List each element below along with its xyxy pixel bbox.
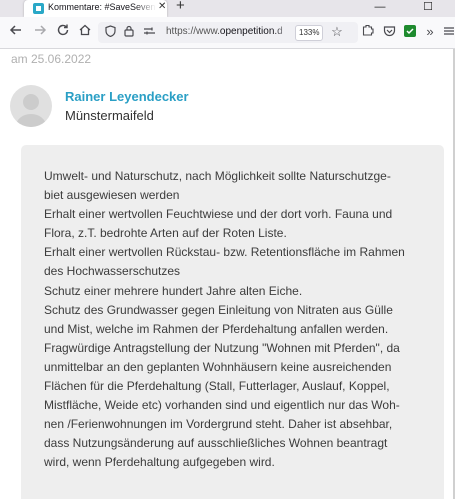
comment-text: Umwelt- und Naturschutz, nach Möglichkei… — [44, 167, 410, 473]
bookmark-star-icon[interactable]: ☆ — [330, 23, 344, 41]
author-location: Münstermaifeld — [65, 108, 154, 123]
comment-line: Schutz des Grundwasser gegen Einleitung … — [44, 302, 393, 317]
user-placeholder-icon — [16, 94, 46, 127]
comment-line: biet ausgewiesen werden — [44, 188, 180, 203]
maximize-icon[interactable]: ☐ — [413, 0, 443, 17]
comment-line: unmittelbar an den geplanten Wohnhäusern… — [44, 359, 392, 374]
comment-bubble: Umwelt- und Naturschutz, nach Möglichkei… — [21, 145, 444, 499]
home-icon[interactable] — [77, 23, 93, 41]
title-bar: Kommentare: #SaveSevenich - ✕ + — ☐ — [0, 0, 455, 17]
hamburger-menu-icon[interactable] — [442, 23, 455, 41]
site-favicon-icon — [33, 3, 44, 14]
navigation-toolbar: https://www.openpetition.d 133% ☆ » — [0, 17, 455, 49]
comment-line: Schutz einer mehrere hundert Jahre alten… — [44, 283, 303, 298]
comment-line: nen /Ferienwohnungen im Vordergrund steh… — [44, 417, 393, 432]
comment-line: Erhalt einer wertvollen Rückstau- bzw. R… — [44, 245, 405, 260]
lock-icon[interactable] — [123, 23, 135, 41]
comment-line: wird, wenn Pferdehaltung aufgegeben wird… — [44, 455, 275, 470]
address-bar[interactable]: https://www.openpetition.d 133% ☆ — [98, 22, 358, 43]
url-domain: openpetition.d — [219, 26, 283, 37]
comment-date: am 25.06.2022 — [11, 52, 92, 66]
page-content: am 25.06.2022 Rainer Leyendecker Münster… — [0, 49, 455, 499]
comment-line: Erhalt einer wertvollen Feuchtwiese und … — [44, 207, 393, 222]
avatar — [10, 85, 52, 127]
reload-icon[interactable] — [55, 23, 71, 41]
browser-tab[interactable]: Kommentare: #SaveSevenich - ✕ — [24, 0, 167, 17]
url-text[interactable]: https://www.openpetition.d — [166, 26, 292, 37]
comment-line: Umwelt- und Naturschutz, nach Möglichkei… — [44, 169, 391, 183]
comment-line: Flächen für die Pferdehaltung (Stall, Fu… — [44, 379, 390, 394]
comment-line: des Hochwasserschutzes — [44, 264, 181, 279]
comment-line: Flora, z.T. bedrohte Arten auf der Roten… — [44, 226, 287, 241]
comment-line: Mistfläche, Weide etc) vorhanden sind un… — [44, 398, 400, 413]
close-tab-icon[interactable]: ✕ — [158, 1, 166, 12]
minimize-icon[interactable]: — — [365, 0, 395, 17]
extensions-icon[interactable] — [361, 23, 375, 41]
comment-line: und Mist, welche im Rahmen der Pferdehal… — [44, 321, 389, 336]
shield-icon[interactable] — [104, 23, 116, 41]
zoom-level-button[interactable]: 133% — [295, 25, 324, 41]
comment-line: dass Nutzungsänderung auf ausschließlich… — [44, 436, 388, 451]
tab-title: Kommentare: #SaveSevenich - — [48, 2, 156, 12]
overflow-chevron-icon[interactable]: » — [423, 23, 437, 41]
green-check-extension-icon[interactable] — [403, 23, 417, 41]
back-arrow-icon[interactable] — [8, 23, 24, 41]
new-tab-plus-icon[interactable]: + — [176, 0, 185, 14]
forward-arrow-icon[interactable] — [32, 23, 48, 41]
pocket-icon[interactable] — [382, 23, 396, 41]
permissions-icon[interactable] — [142, 23, 156, 41]
url-prefix: https://www. — [166, 26, 220, 37]
author-name[interactable]: Rainer Leyendecker — [65, 89, 189, 104]
comment-line: Fragwürdige Antragstellung der Nutzung "… — [44, 340, 400, 355]
